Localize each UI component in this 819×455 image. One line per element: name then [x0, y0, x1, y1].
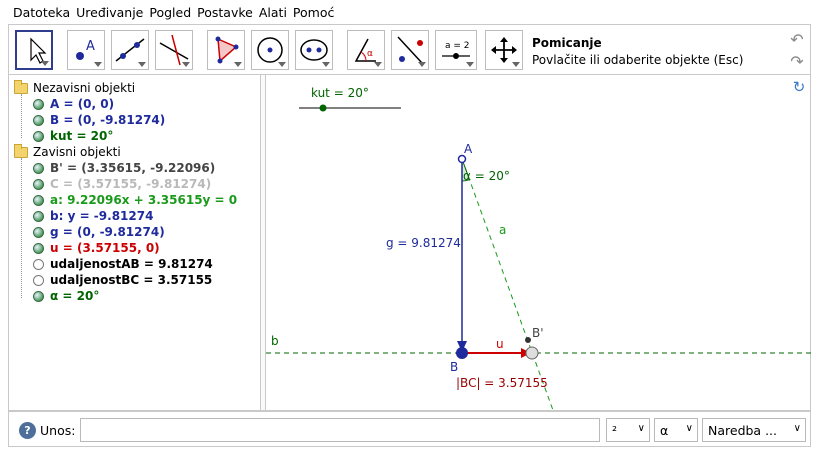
command-input[interactable] — [80, 418, 600, 442]
main-area: Nezavisni objekti Zavisni objekti A = (0… — [8, 74, 811, 411]
algebra-item[interactable]: udaljenostAB = 9.81274 — [33, 257, 213, 271]
visibility-off-icon[interactable] — [33, 258, 44, 270]
algebra-item-text: g = (0, -9.81274) — [50, 225, 165, 239]
superscript-dropdown[interactable]: ² ∨ — [606, 418, 650, 442]
perpendicular-tool-button[interactable] — [155, 30, 193, 70]
chevron-down-icon: ∨ — [637, 423, 645, 434]
algebra-item-text: b: y = -9.81274 — [50, 209, 154, 223]
algebra-item[interactable]: a: 9.22096x + 3.35615y = 0 — [33, 193, 237, 207]
visibility-on-icon[interactable] — [33, 242, 44, 254]
algebra-item-text: A = (0, 0) — [50, 97, 115, 111]
menu-pomoc[interactable]: Pomoć — [290, 5, 337, 20]
algebra-view[interactable]: Nezavisni objekti Zavisni objekti A = (0… — [9, 75, 261, 410]
algebra-item[interactable]: B = (0, -9.81274) — [33, 113, 165, 127]
menu-alati[interactable]: Alati — [256, 5, 290, 20]
point-Bp — [525, 337, 531, 343]
conic-tool-button[interactable] — [295, 30, 333, 70]
geometry-canvas[interactable]: kut = 20° A B B' α = 20° g = 9.81274 a b… — [266, 75, 811, 410]
algebra-item-text: udaljenostBC = 3.57155 — [50, 273, 213, 287]
greek-dropdown[interactable]: α ∨ — [654, 418, 698, 442]
algebra-item[interactable]: C = (3.57155, -9.81274) — [33, 177, 211, 191]
label-alpha: α = 20° — [463, 169, 510, 183]
circle-tool-button[interactable] — [251, 30, 289, 70]
slider-tool-button[interactable]: a = 2 — [435, 30, 477, 70]
visibility-on-icon[interactable] — [33, 210, 44, 222]
svg-text:A: A — [86, 39, 95, 54]
visibility-on-icon[interactable] — [33, 114, 44, 126]
command-dropdown[interactable]: Naredba ... ∨ — [702, 418, 806, 442]
angle-tool-button[interactable]: α — [347, 30, 385, 70]
chevron-down-icon: ∨ — [793, 423, 801, 434]
visibility-off-icon[interactable] — [33, 274, 44, 286]
algebra-item-text: B' = (3.35615, -9.22096) — [50, 161, 216, 175]
graphics-view[interactable]: kut = 20° A B B' α = 20° g = 9.81274 a b… — [266, 75, 811, 410]
point-C — [525, 346, 539, 360]
algebra-item-text: C = (3.57155, -9.81274) — [50, 177, 212, 191]
visibility-on-icon[interactable] — [33, 178, 44, 190]
algebra-item[interactable]: b: y = -9.81274 — [33, 209, 153, 223]
slider-label: kut = 20° — [311, 86, 369, 100]
visibility-on-icon[interactable] — [33, 162, 44, 174]
visibility-on-icon[interactable] — [33, 290, 44, 302]
folder-icon — [14, 143, 28, 158]
menu-pogled[interactable]: Pogled — [146, 5, 194, 20]
label-g: g = 9.81274 — [386, 236, 461, 250]
visibility-on-icon[interactable] — [33, 98, 44, 110]
line-a — [461, 158, 554, 410]
algebra-item-text: a: 9.22096x + 3.35615y = 0 — [50, 193, 238, 207]
undo-icon[interactable]: ↶ — [788, 31, 806, 49]
line-tool-button[interactable] — [111, 30, 149, 70]
reflect-tool-button[interactable] — [391, 30, 429, 70]
label-B: B — [450, 360, 458, 374]
algebra-item[interactable]: B' = (3.35615, -9.22096) — [33, 161, 215, 175]
algebra-item[interactable]: A = (0, 0) — [33, 97, 114, 111]
menu-datoteka[interactable]: Datoteka — [10, 5, 73, 20]
label-A: A — [464, 142, 473, 156]
algebra-item-text: α = 20° — [50, 289, 100, 303]
visibility-on-icon[interactable] — [33, 130, 44, 142]
algebra-item[interactable]: kut = 20° — [33, 129, 113, 143]
point-B — [456, 347, 468, 359]
slider-knob — [319, 104, 327, 112]
move-tool-button[interactable] — [15, 30, 53, 70]
toolbar: A α a = 2 Pomicanje Povlačite ili odaber… — [8, 24, 811, 74]
algebra-item-text: kut = 20° — [50, 129, 114, 143]
visibility-on-icon[interactable] — [33, 194, 44, 206]
help-icon[interactable]: ? — [19, 422, 36, 439]
svg-text:α: α — [367, 49, 373, 59]
visibility-on-icon[interactable] — [33, 226, 44, 238]
label-BC: |BC| = 3.57155 — [456, 376, 548, 390]
algebra-item[interactable]: α = 20° — [33, 289, 99, 303]
algebra-item-text: u = (3.57155, 0) — [50, 241, 160, 255]
algebra-item[interactable]: u = (3.57155, 0) — [33, 241, 160, 255]
move-view-tool-button[interactable] — [485, 30, 523, 70]
menu-bar: Datoteka Uređivanje Pogled Postavke Alat… — [0, 0, 819, 24]
refresh-icon[interactable]: ↻ — [791, 79, 807, 95]
tool-name: Pomicanje — [532, 36, 602, 50]
label-a: a — [499, 223, 506, 237]
chevron-down-icon: ∨ — [685, 423, 693, 434]
algebra-item[interactable]: g = (0, -9.81274) — [33, 225, 165, 239]
dependent-objects-folder[interactable]: Zavisni objekti — [14, 143, 121, 159]
label-b: b — [271, 334, 279, 348]
algebra-item-text: udaljenostAB = 9.81274 — [50, 257, 213, 271]
label-u: u — [496, 337, 504, 351]
free-objects-folder[interactable]: Nezavisni objekti — [14, 79, 135, 95]
point-tool-button[interactable]: A — [67, 30, 105, 70]
menu-uredivanje[interactable]: Uređivanje — [73, 5, 146, 20]
tool-help: Povlačite ili odaberite objekte (Esc) — [532, 53, 744, 67]
label-Bp: B' — [532, 326, 544, 340]
input-label: Unos: — [40, 423, 76, 438]
svg-text:a = 2: a = 2 — [445, 41, 470, 51]
algebra-item-text: B = (0, -9.81274) — [50, 113, 166, 127]
input-bar: ? Unos: ² ∨ α ∨ Naredba ... ∨ — [8, 411, 811, 447]
point-A — [457, 154, 467, 164]
menu-postavke[interactable]: Postavke — [194, 5, 256, 20]
redo-icon[interactable]: ↷ — [788, 53, 806, 71]
folder-icon — [14, 79, 28, 94]
polygon-tool-button[interactable] — [207, 30, 245, 70]
algebra-item[interactable]: udaljenostBC = 3.57155 — [33, 273, 212, 287]
